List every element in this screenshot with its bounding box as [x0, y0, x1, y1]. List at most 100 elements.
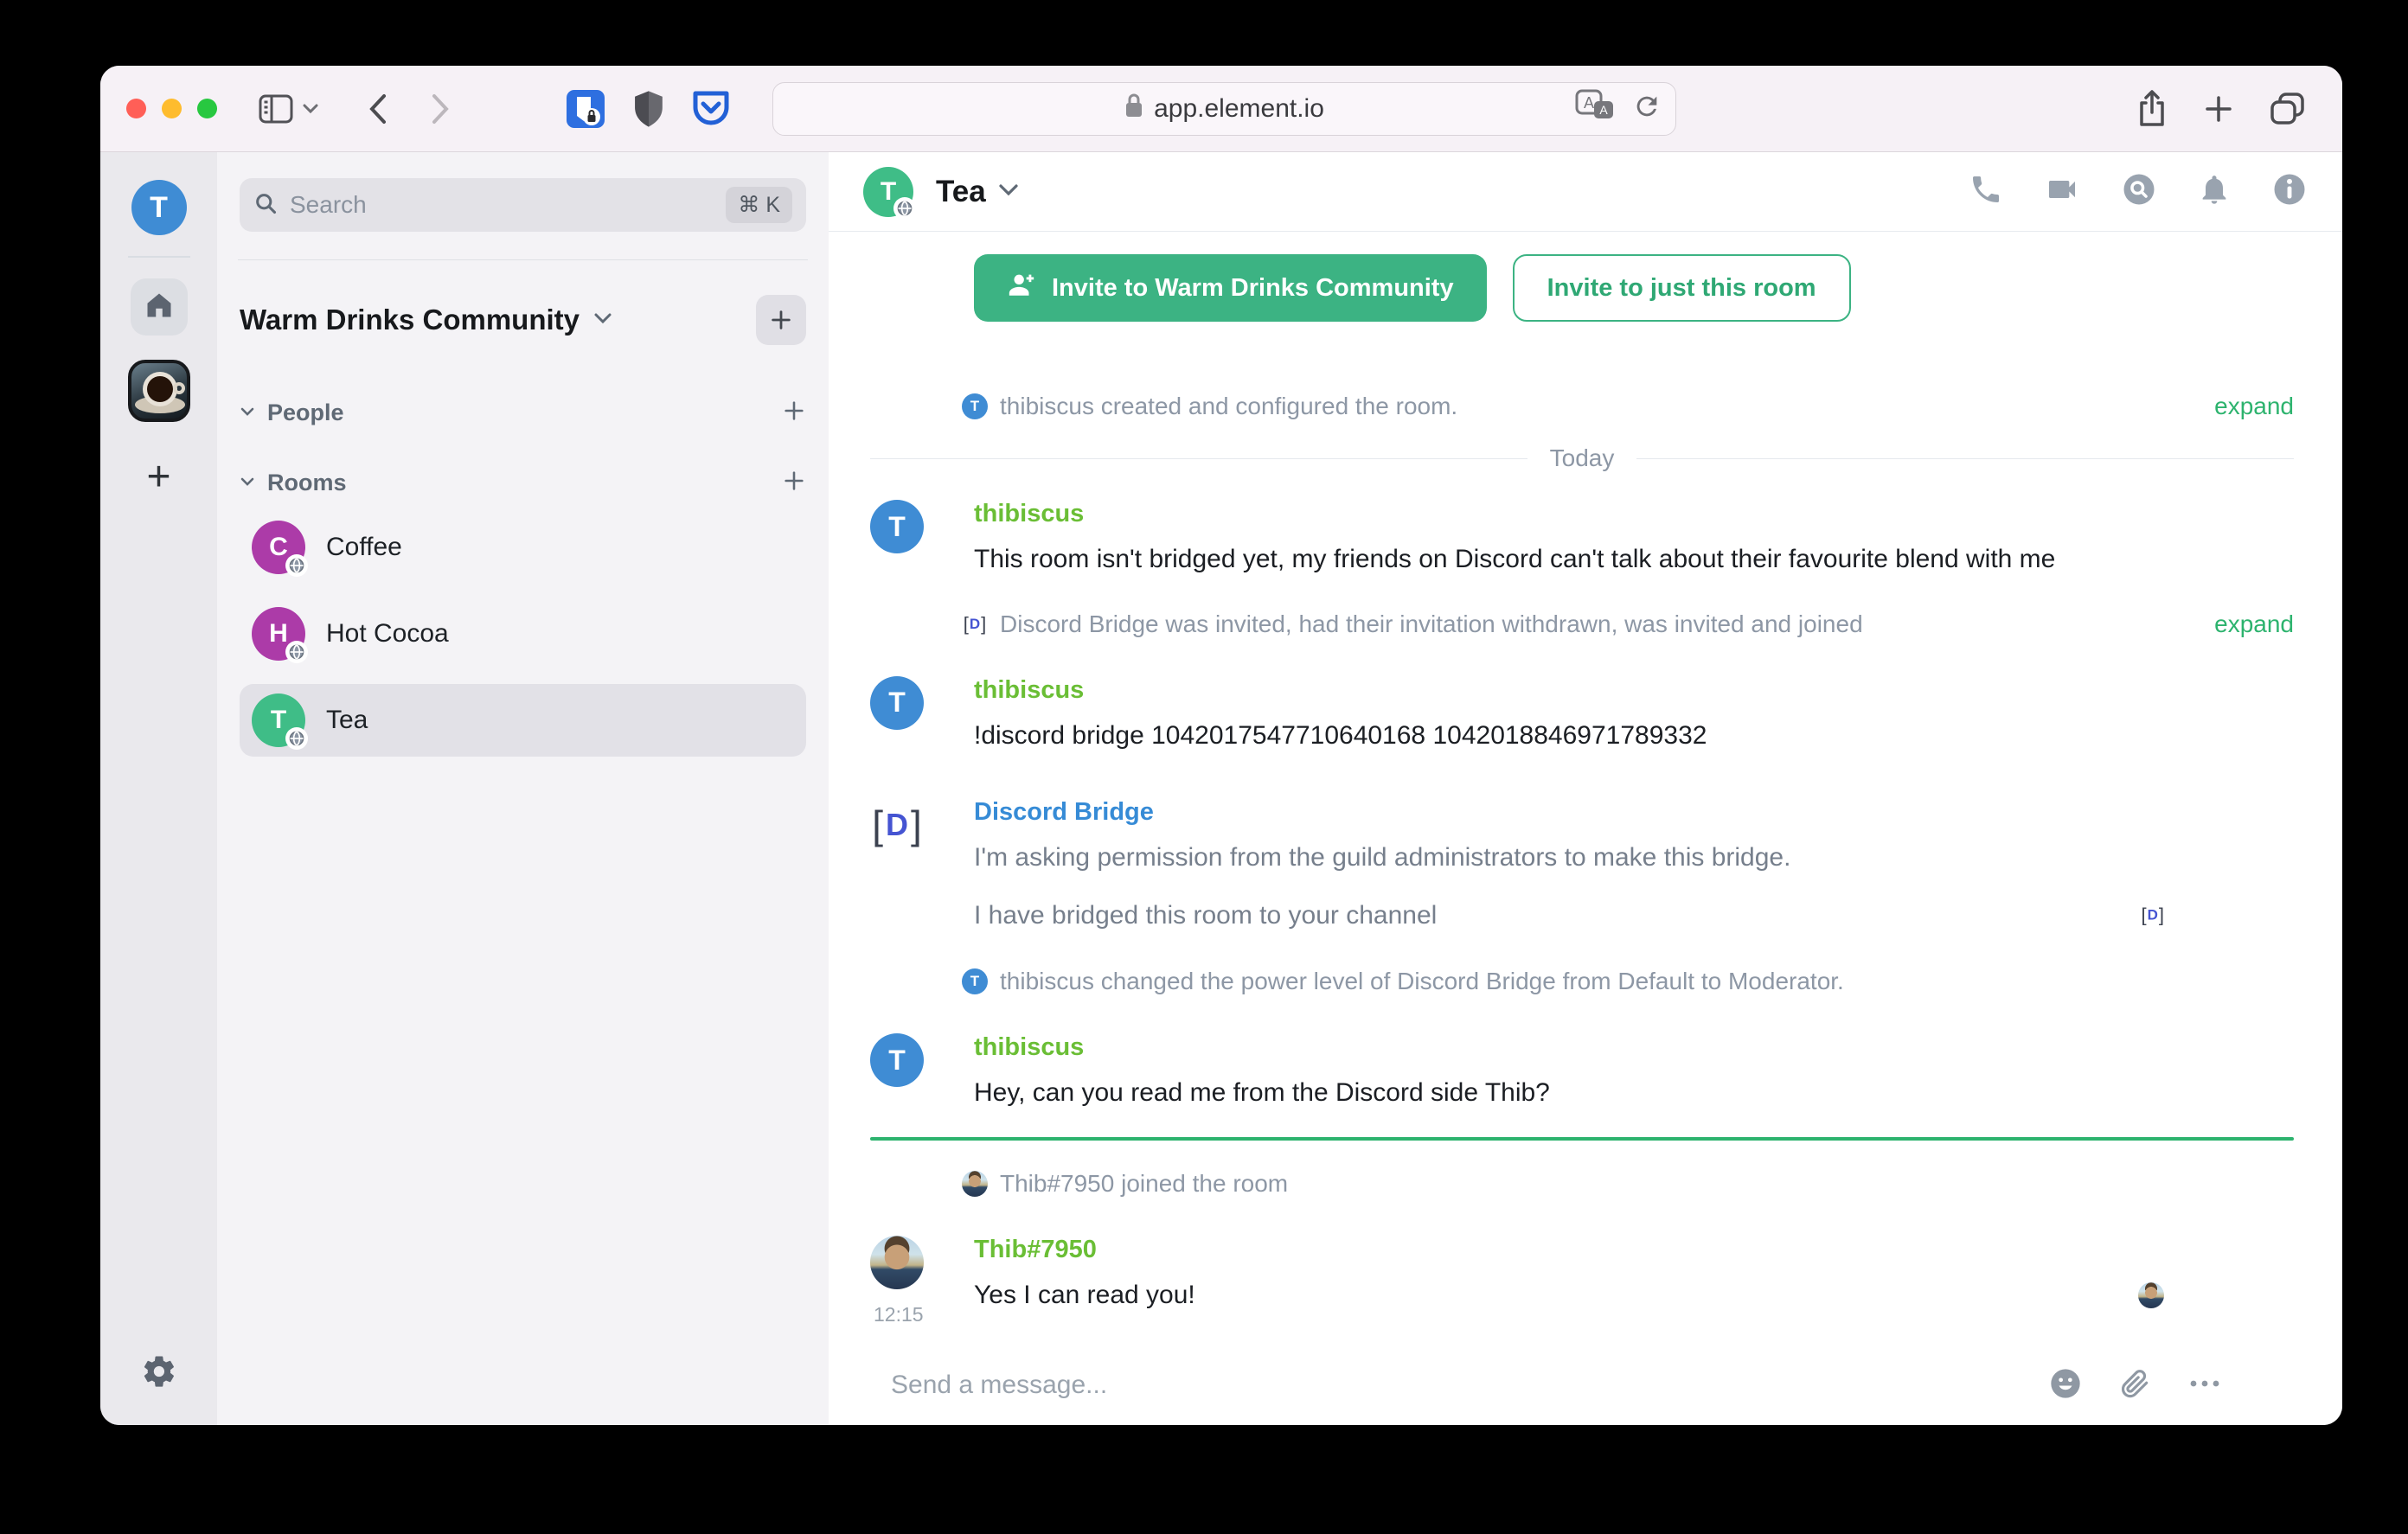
sender-name[interactable]: Discord Bridge: [974, 798, 2294, 827]
minimize-window-button[interactable]: [162, 99, 182, 118]
room-name: Tea: [326, 706, 368, 734]
search-box[interactable]: ⌘ K: [240, 178, 806, 232]
close-window-button[interactable]: [126, 99, 146, 118]
community-space-button[interactable]: [127, 360, 190, 422]
room-search-icon[interactable]: [2121, 171, 2157, 212]
search-input[interactable]: [290, 191, 714, 219]
room-view: T Tea Invite to Warm Drinks Community In…: [829, 152, 2342, 1425]
attachment-icon[interactable]: [2119, 1366, 2152, 1405]
mini-avatar: T: [962, 968, 988, 994]
community-name[interactable]: Warm Drinks Community: [240, 304, 580, 336]
new-tab-button[interactable]: [2202, 93, 2235, 125]
sender-name[interactable]: Thib#7950: [974, 1236, 2294, 1264]
room-header: T Tea: [829, 152, 2342, 232]
share-button[interactable]: [2136, 89, 2168, 128]
notifications-bell-icon[interactable]: [2197, 171, 2232, 212]
translate-icon[interactable]: A A: [1575, 89, 1615, 128]
room-avatar: C: [252, 521, 308, 577]
more-options-icon[interactable]: [2188, 1377, 2221, 1393]
sender-avatar[interactable]: T: [870, 1033, 924, 1087]
invite-to-room-button[interactable]: Invite to just this room: [1512, 254, 1851, 322]
room-item-tea[interactable]: T Tea: [240, 684, 806, 757]
shield-extension-icon[interactable]: [632, 89, 665, 129]
svg-text:A: A: [1584, 94, 1594, 112]
sender-name[interactable]: thibiscus: [974, 1033, 2294, 1062]
add-space-button[interactable]: +: [146, 457, 170, 498]
sender-avatar[interactable]: T: [870, 500, 924, 553]
event-text: thibiscus changed the power level of Dis…: [1000, 968, 1844, 994]
tab-overview-button[interactable]: [2270, 92, 2306, 126]
voice-call-icon[interactable]: [1969, 172, 2003, 211]
sender-avatar[interactable]: [870, 1235, 924, 1289]
message-input[interactable]: [891, 1371, 2048, 1400]
people-section-header[interactable]: People: [240, 399, 806, 427]
public-room-globe-icon: [285, 641, 308, 663]
message-text: Hey, can you read me from the Discord si…: [974, 1078, 1550, 1107]
read-receipt-discord-bridge[interactable]: [D]: [2141, 905, 2164, 925]
message-text: I have bridged this room to your channel…: [974, 900, 2164, 930]
video-call-icon[interactable]: [2043, 172, 2081, 211]
forward-button[interactable]: [430, 93, 451, 125]
sender-name[interactable]: thibiscus: [974, 676, 2294, 705]
search-icon: [253, 191, 278, 220]
traffic-lights: [126, 99, 217, 118]
expand-link[interactable]: expand: [2214, 393, 2294, 420]
mini-avatar: T: [962, 393, 988, 419]
message-group: 12:15 Thib#7950 Yes I can read you!: [870, 1235, 2294, 1326]
space-rail: T +: [100, 152, 217, 1425]
room-created-event: T thibiscus created and configured the r…: [962, 393, 2294, 420]
rooms-section-header[interactable]: Rooms: [240, 469, 806, 497]
join-event: Thib#7950 joined the room: [962, 1170, 2294, 1198]
community-add-button[interactable]: [756, 295, 806, 345]
emoji-icon[interactable]: [2048, 1366, 2083, 1405]
browser-toolbar: app.element.io A A: [100, 66, 2342, 152]
community-chevron-down-icon[interactable]: [593, 312, 612, 329]
zoom-window-button[interactable]: [197, 99, 217, 118]
public-room-globe-icon: [285, 554, 308, 577]
invite-to-community-button[interactable]: Invite to Warm Drinks Community: [974, 254, 1487, 322]
settings-gear-icon[interactable]: [141, 1353, 177, 1394]
power-level-event: T thibiscus changed the power level of D…: [962, 968, 2294, 995]
room-list-sidebar: ⌘ K Warm Drinks Community People: [217, 152, 829, 1425]
room-header-avatar[interactable]: T: [863, 166, 916, 220]
sender-avatar[interactable]: T: [870, 675, 924, 730]
public-room-globe-icon: [893, 196, 916, 220]
discord-bridge-avatar[interactable]: [D]: [870, 798, 924, 852]
bridge-membership-event: [D] Discord Bridge was invited, had thei…: [962, 610, 2294, 638]
event-text: thibiscus created and configured the roo…: [1000, 393, 1458, 419]
pocket-extension-icon[interactable]: [691, 90, 731, 128]
add-room-button[interactable]: [782, 469, 806, 497]
room-item-hot-cocoa[interactable]: H Hot Cocoa: [240, 598, 806, 670]
room-name: Coffee: [326, 533, 402, 561]
event-text: Thib#7950 joined the room: [1000, 1169, 1289, 1197]
sender-name[interactable]: thibiscus: [974, 500, 2294, 528]
expand-link[interactable]: expand: [2214, 610, 2294, 638]
room-info-icon[interactable]: [2271, 171, 2308, 212]
date-separator-label: Today: [1549, 444, 1615, 471]
home-space-button[interactable]: [130, 278, 188, 336]
password-manager-extension-icon[interactable]: [565, 88, 606, 130]
message-group: T thibiscus This room isn't bridged yet,…: [870, 500, 2294, 578]
sidebar-divider: [238, 259, 808, 260]
message-group: T thibiscus Hey, can you read me from th…: [870, 1033, 2294, 1111]
sidebar-toggle-icon[interactable]: [259, 94, 293, 124]
add-people-button[interactable]: [782, 399, 806, 427]
toolbar-chevron-down-icon[interactable]: [302, 103, 319, 115]
room-item-coffee[interactable]: C Coffee: [240, 511, 806, 584]
browser-window: app.element.io A A T + Search ⌘ K Warm D…: [100, 66, 2342, 1425]
reload-icon[interactable]: [1632, 92, 1662, 125]
room-name: Hot Cocoa: [326, 619, 449, 648]
room-title[interactable]: Tea: [936, 175, 986, 209]
address-bar[interactable]: app.element.io A A: [772, 81, 1676, 136]
room-title-chevron-down-icon[interactable]: [998, 183, 1019, 201]
back-button[interactable]: [368, 93, 388, 125]
invite-user-icon: [1007, 270, 1036, 306]
user-avatar[interactable]: T: [131, 180, 187, 235]
bridge-mini-avatar: [D]: [962, 610, 988, 637]
room-avatar: T: [252, 693, 308, 750]
read-receipt-thib[interactable]: [2138, 1282, 2164, 1308]
search-shortcut-badge: ⌘ K: [726, 187, 792, 223]
event-text: Discord Bridge was invited, had their in…: [1000, 610, 1863, 637]
message-timestamp: 12:15: [874, 1302, 924, 1326]
url-text: app.element.io: [1154, 93, 1324, 123]
